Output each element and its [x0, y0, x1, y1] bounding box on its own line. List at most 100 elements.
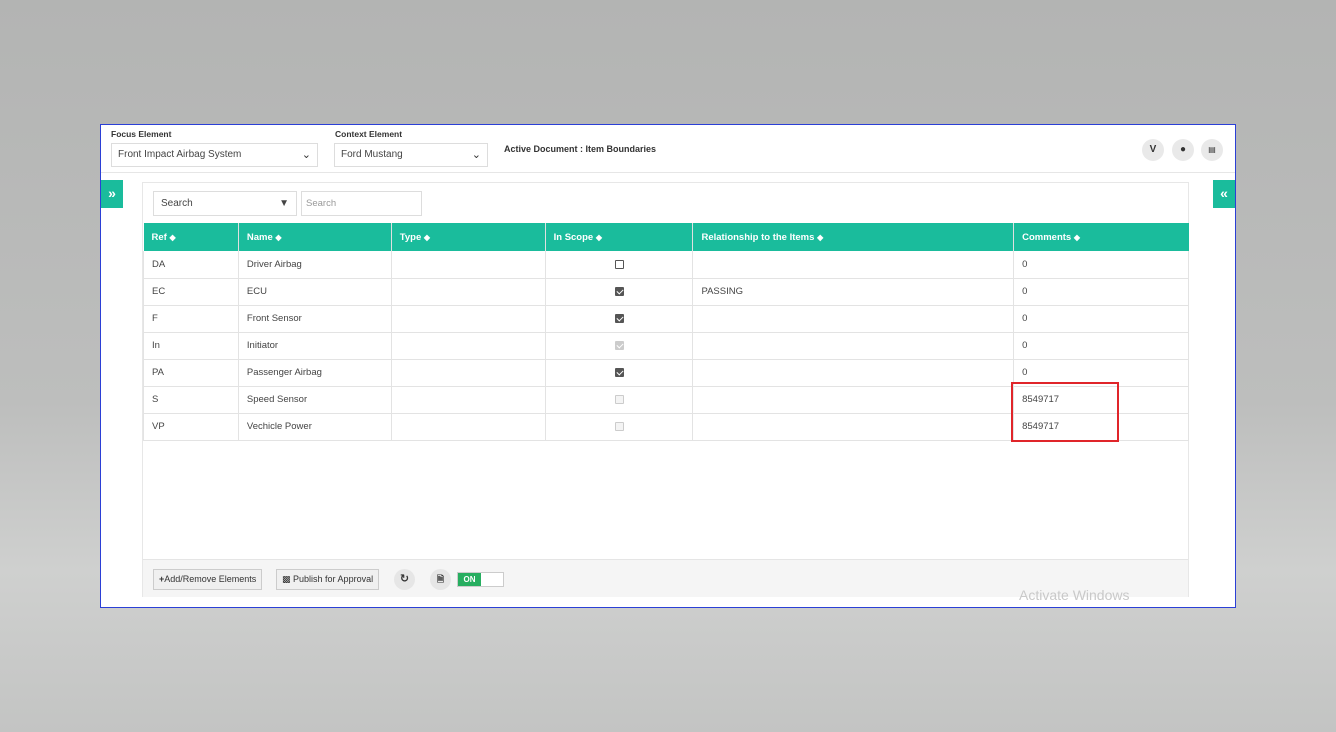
- publish-label: Publish for Approval: [293, 574, 374, 584]
- active-document-value: Item Boundaries: [585, 144, 657, 154]
- publish-for-approval-button[interactable]: ▩ Publish for Approval: [276, 569, 380, 590]
- sort-icon: ◆: [275, 232, 282, 242]
- focus-element-select[interactable]: Front Impact Airbag System ⌄: [111, 143, 318, 167]
- col-name-label: Name: [246, 231, 273, 243]
- col-ref[interactable]: Ref ◆: [143, 223, 239, 251]
- in-scope-checkbox[interactable]: [614, 367, 624, 377]
- comments-highlight-box: [1011, 382, 1119, 442]
- table-row[interactable]: DA Driver Airbag 0: [143, 251, 1189, 279]
- sort-icon: ◆: [595, 232, 602, 242]
- col-type-label: Type: [399, 231, 422, 243]
- cell-type: [390, 359, 546, 387]
- expand-left-button[interactable]: »: [101, 180, 123, 208]
- cell-ref: In: [143, 332, 239, 360]
- cell-relationship: [692, 386, 1015, 414]
- table-row[interactable]: EC ECU PASSING 0: [143, 278, 1189, 306]
- cell-in-scope: [544, 332, 694, 360]
- chevron-down-icon: ⌄: [301, 149, 311, 161]
- sort-icon: ◆: [423, 232, 431, 242]
- cell-ref: DA: [143, 251, 239, 279]
- add-remove-elements-button[interactable]: +Add/Remove Elements: [153, 569, 263, 590]
- chevron-down-icon: ▼: [279, 198, 289, 209]
- cell-type: [390, 386, 546, 414]
- col-in-scope-label: In Scope: [553, 231, 594, 243]
- col-relationship[interactable]: Relationship to the Items ◆: [692, 223, 1015, 251]
- in-scope-checkbox[interactable]: [614, 286, 624, 296]
- cell-relationship: [692, 305, 1015, 333]
- cell-ref: VP: [143, 413, 239, 441]
- search-field-value: Search: [161, 198, 193, 209]
- cell-name: Vechicle Power: [237, 413, 392, 441]
- focus-element-label: Focus Element: [111, 129, 172, 139]
- drop-icon[interactable]: ●: [1172, 139, 1194, 161]
- cell-in-scope: [544, 386, 694, 414]
- document-icon[interactable]: 🗎: [430, 569, 451, 590]
- cell-comments: 0: [1013, 305, 1189, 333]
- context-element-label: Context Element: [335, 129, 403, 139]
- on-off-toggle[interactable]: ON: [457, 572, 504, 587]
- cell-type: [390, 305, 546, 333]
- cell-type: [390, 278, 546, 306]
- sort-icon: ◆: [169, 232, 176, 242]
- cell-type: [390, 413, 546, 441]
- cell-ref: EC: [143, 278, 239, 306]
- chevron-down-icon: ⌄: [471, 149, 481, 161]
- card-icon: ▩: [282, 574, 291, 584]
- refresh-icon[interactable]: ↻: [394, 569, 415, 590]
- chart-icon[interactable]: ▤: [1201, 139, 1223, 161]
- col-comments-label: Comments: [1022, 231, 1072, 243]
- context-element-value: Ford Mustang: [341, 149, 403, 160]
- cell-relationship: [692, 413, 1015, 441]
- focus-element-value: Front Impact Airbag System: [118, 149, 242, 160]
- toggle-on-label: ON: [458, 573, 481, 586]
- cell-comments: 0: [1013, 278, 1189, 306]
- cell-name: ECU: [237, 278, 392, 306]
- cell-relationship: [692, 332, 1015, 360]
- search-field-select[interactable]: Search ▼: [153, 191, 297, 216]
- table-row[interactable]: In Initiator 0: [143, 332, 1189, 360]
- cell-in-scope: [544, 278, 694, 306]
- cell-in-scope: [544, 251, 694, 279]
- cell-name: Front Sensor: [237, 305, 392, 333]
- app-window: Focus Element Front Impact Airbag System…: [100, 124, 1236, 608]
- add-remove-label: Add/Remove Elements: [164, 574, 257, 584]
- col-comments[interactable]: Comments ◆: [1013, 223, 1189, 251]
- in-scope-checkbox[interactable]: [614, 313, 624, 323]
- cell-in-scope: [544, 305, 694, 333]
- cell-relationship: [692, 251, 1015, 279]
- context-element-select[interactable]: Ford Mustang ⌄: [334, 143, 488, 167]
- cell-name: Speed Sensor: [237, 386, 392, 414]
- cell-name: Initiator: [237, 332, 392, 360]
- in-scope-checkbox: [614, 340, 624, 350]
- cell-relationship: [692, 359, 1015, 387]
- header-bar: Focus Element Front Impact Airbag System…: [101, 125, 1235, 173]
- cell-name: Passenger Airbag: [237, 359, 392, 387]
- cell-type: [390, 251, 546, 279]
- col-ref-label: Ref: [151, 231, 167, 243]
- cell-in-scope: [544, 413, 694, 441]
- active-document: Active Document : Item Boundaries: [504, 144, 656, 154]
- cell-comments: 0: [1013, 332, 1189, 360]
- cell-ref: S: [143, 386, 239, 414]
- cell-relationship: PASSING: [692, 278, 1015, 306]
- active-document-label: Active Document :: [504, 144, 584, 154]
- search-input[interactable]: Search: [301, 191, 422, 216]
- cell-ref: PA: [143, 359, 239, 387]
- in-scope-checkbox[interactable]: [614, 259, 624, 269]
- table-header-row: Ref ◆ Name ◆ Type ◆ In Scope ◆ Relations…: [143, 223, 1189, 251]
- col-in-scope[interactable]: In Scope ◆: [545, 223, 694, 251]
- col-name[interactable]: Name ◆: [238, 223, 392, 251]
- cell-ref: F: [143, 305, 239, 333]
- cell-in-scope: [544, 359, 694, 387]
- sort-icon: ◆: [817, 232, 824, 242]
- sort-icon: ◆: [1073, 232, 1080, 242]
- table-row[interactable]: F Front Sensor 0: [143, 305, 1189, 333]
- collapse-right-button[interactable]: «: [1213, 180, 1235, 208]
- in-scope-checkbox: [614, 394, 624, 404]
- col-type[interactable]: Type ◆: [391, 223, 546, 251]
- activate-windows-watermark: Activate Windows: [1019, 587, 1130, 603]
- cell-name: Driver Airbag: [237, 251, 392, 279]
- in-scope-checkbox: [614, 421, 624, 431]
- cell-type: [390, 332, 546, 360]
- vine-icon[interactable]: V: [1142, 139, 1164, 161]
